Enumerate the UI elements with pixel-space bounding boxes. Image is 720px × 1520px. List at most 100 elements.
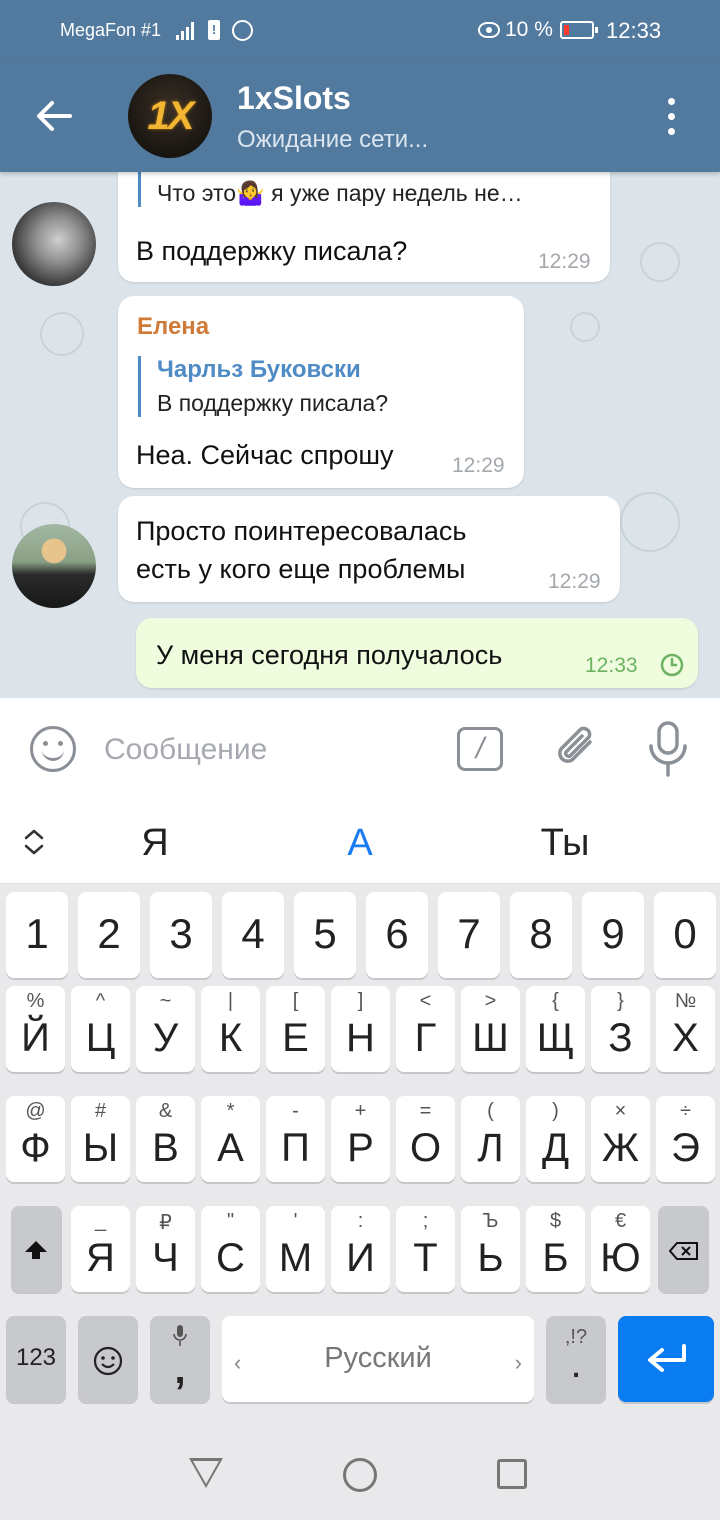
key-letter[interactable]: $ Б: [526, 1206, 585, 1292]
comma-key[interactable]: ,: [150, 1316, 210, 1402]
key-letter[interactable]: " С: [201, 1206, 260, 1292]
enter-arrow-icon: [648, 1344, 686, 1372]
key-digit[interactable]: 0: [654, 892, 716, 978]
numbers-key[interactable]: 123: [6, 1316, 66, 1402]
key-digit[interactable]: 5: [294, 892, 356, 978]
reply-text: Что это🤷‍♀️ я уже пару недель не…: [157, 180, 523, 206]
shift-arrow-icon: [25, 1241, 47, 1259]
key-letter[interactable]: ' М: [266, 1206, 325, 1292]
chat-avatar[interactable]: 1X: [128, 74, 212, 158]
suggestion-2[interactable]: А: [290, 822, 430, 865]
backspace-key[interactable]: [658, 1206, 709, 1292]
pending-clock-icon: [660, 653, 684, 677]
key-letter[interactable]: ÷ Э: [656, 1096, 715, 1182]
status-bar: MegaFon #1 ! 10 % 12:33: [0, 0, 720, 60]
back-button[interactable]: [20, 84, 90, 148]
eye-icon: [478, 22, 500, 38]
chat-header: 1X 1xSlots Ожидание сети...: [0, 60, 720, 172]
key-letter[interactable]: ЪЬ: [461, 1206, 520, 1292]
key-letter[interactable]: _ Я: [71, 1206, 130, 1292]
key-letter[interactable]: (Л: [461, 1096, 520, 1182]
nav-recents-icon[interactable]: [497, 1459, 527, 1489]
key-letter[interactable]: № Х: [656, 986, 715, 1072]
key-digit[interactable]: 6: [366, 892, 428, 978]
key-letter[interactable]: + Р: [331, 1096, 390, 1182]
key-letter[interactable]: } З: [591, 986, 650, 1072]
battery-low-icon: [560, 21, 598, 39]
key-letter[interactable]: :И: [331, 1206, 390, 1292]
key-letter[interactable]: {Щ: [526, 986, 585, 1072]
paperclip-icon[interactable]: [552, 722, 600, 774]
user-avatar[interactable]: [12, 524, 96, 608]
key-letter[interactable]: & В: [136, 1096, 195, 1182]
key-letter[interactable]: ) Д: [526, 1096, 585, 1182]
sim-alert-icon: !: [208, 20, 220, 40]
chat-title[interactable]: 1xSlots: [237, 80, 351, 117]
composer: /: [0, 698, 720, 804]
message-time: 12:33: [585, 654, 638, 677]
message-bubble[interactable]: Елена Что это🤷‍♀️ я уже пару недель не… …: [118, 172, 610, 282]
expand-toggle-icon[interactable]: [20, 826, 48, 858]
key-letter[interactable]: ^ Ц: [71, 986, 130, 1072]
key-letter[interactable]: % Й: [6, 986, 65, 1072]
shift-key[interactable]: [11, 1206, 62, 1292]
message-text: Просто поинтересовалась: [136, 516, 467, 546]
nav-home-icon[interactable]: [343, 1458, 377, 1492]
key-digit[interactable]: 4: [222, 892, 284, 978]
message-time: 12:29: [538, 250, 591, 273]
suggestion-1[interactable]: Я: [85, 822, 225, 865]
message-text: есть у кого еще проблемы: [136, 554, 466, 584]
reply-text: В поддержку писала?: [157, 390, 389, 416]
key-letter[interactable]: # Ы: [71, 1096, 130, 1182]
key-digit[interactable]: 2: [78, 892, 140, 978]
key-letter[interactable]: = О: [396, 1096, 455, 1182]
enter-key[interactable]: [618, 1316, 714, 1402]
reply-quote[interactable]: Елена Что это🤷‍♀️ я уже пару недель не…: [138, 172, 598, 207]
key-digit[interactable]: 3: [150, 892, 212, 978]
system-navigation-bar: [0, 1428, 720, 1520]
key-letter[interactable]: < Г: [396, 986, 455, 1072]
key-letter[interactable]: ; Т: [396, 1206, 455, 1292]
key-letter[interactable]: | К: [201, 986, 260, 1072]
battery-percent: 10 %: [505, 18, 553, 41]
key-digit[interactable]: 9: [582, 892, 644, 978]
microphone-icon: [173, 1325, 187, 1346]
sender-name: Елена: [137, 313, 210, 340]
period-key[interactable]: ,!? .: [546, 1316, 606, 1402]
bot-command-icon[interactable]: /: [457, 727, 503, 771]
key-letter[interactable]: ~ У: [136, 986, 195, 1072]
key-letter[interactable]: ₽ Ч: [136, 1206, 195, 1292]
message-text: В поддержку писала?: [136, 236, 408, 266]
user-avatar[interactable]: [12, 202, 96, 286]
message-list[interactable]: Елена Что это🤷‍♀️ я уже пару недель не… …: [0, 172, 720, 698]
reply-quote[interactable]: Чарльз Буковски В поддержку писала?: [138, 356, 508, 417]
key-letter[interactable]: @ Ф: [6, 1096, 65, 1182]
suggestion-3[interactable]: Ты: [495, 822, 635, 865]
key-letter[interactable]: ] Н: [331, 986, 390, 1072]
message-bubble[interactable]: Просто поинтересовалась есть у кого еще …: [118, 496, 620, 602]
carrier-name: MegaFon #1: [60, 20, 162, 40]
on-screen-keyboard: Я А Ты 1 2 3 4 5 6 7 8 9 0 % Й ^ Ц ~ У | К […: [0, 804, 720, 1428]
wallpaper-doodle: [570, 312, 600, 342]
key-letter[interactable]: € Ю: [591, 1206, 650, 1292]
key-digit[interactable]: 1: [6, 892, 68, 978]
key-digit[interactable]: 7: [438, 892, 500, 978]
key-letter[interactable]: [Е: [266, 986, 325, 1072]
key-letter[interactable]: > Ш: [461, 986, 520, 1072]
dots-vertical-icon: [668, 98, 675, 105]
key-letter[interactable]: -П: [266, 1096, 325, 1182]
backspace-icon: [669, 1242, 698, 1260]
emoji-key[interactable]: [78, 1316, 138, 1402]
nav-back-icon[interactable]: [189, 1458, 223, 1488]
key-digit[interactable]: 8: [510, 892, 572, 978]
space-key[interactable]: ‹ Русский ›: [222, 1316, 534, 1402]
more-menu-button[interactable]: [650, 88, 694, 144]
message-input[interactable]: [104, 728, 434, 772]
avatar-logo-text: 1X: [147, 94, 195, 138]
outgoing-message-bubble[interactable]: У меня сегодня получалось 12:33: [136, 618, 698, 688]
emoji-icon[interactable]: [30, 726, 76, 772]
microphone-icon[interactable]: [646, 720, 690, 778]
key-letter[interactable]: * А: [201, 1096, 260, 1182]
key-letter[interactable]: × Ж: [591, 1096, 650, 1182]
message-bubble[interactable]: Елена Чарльз Буковски В поддержку писала…: [118, 296, 524, 488]
